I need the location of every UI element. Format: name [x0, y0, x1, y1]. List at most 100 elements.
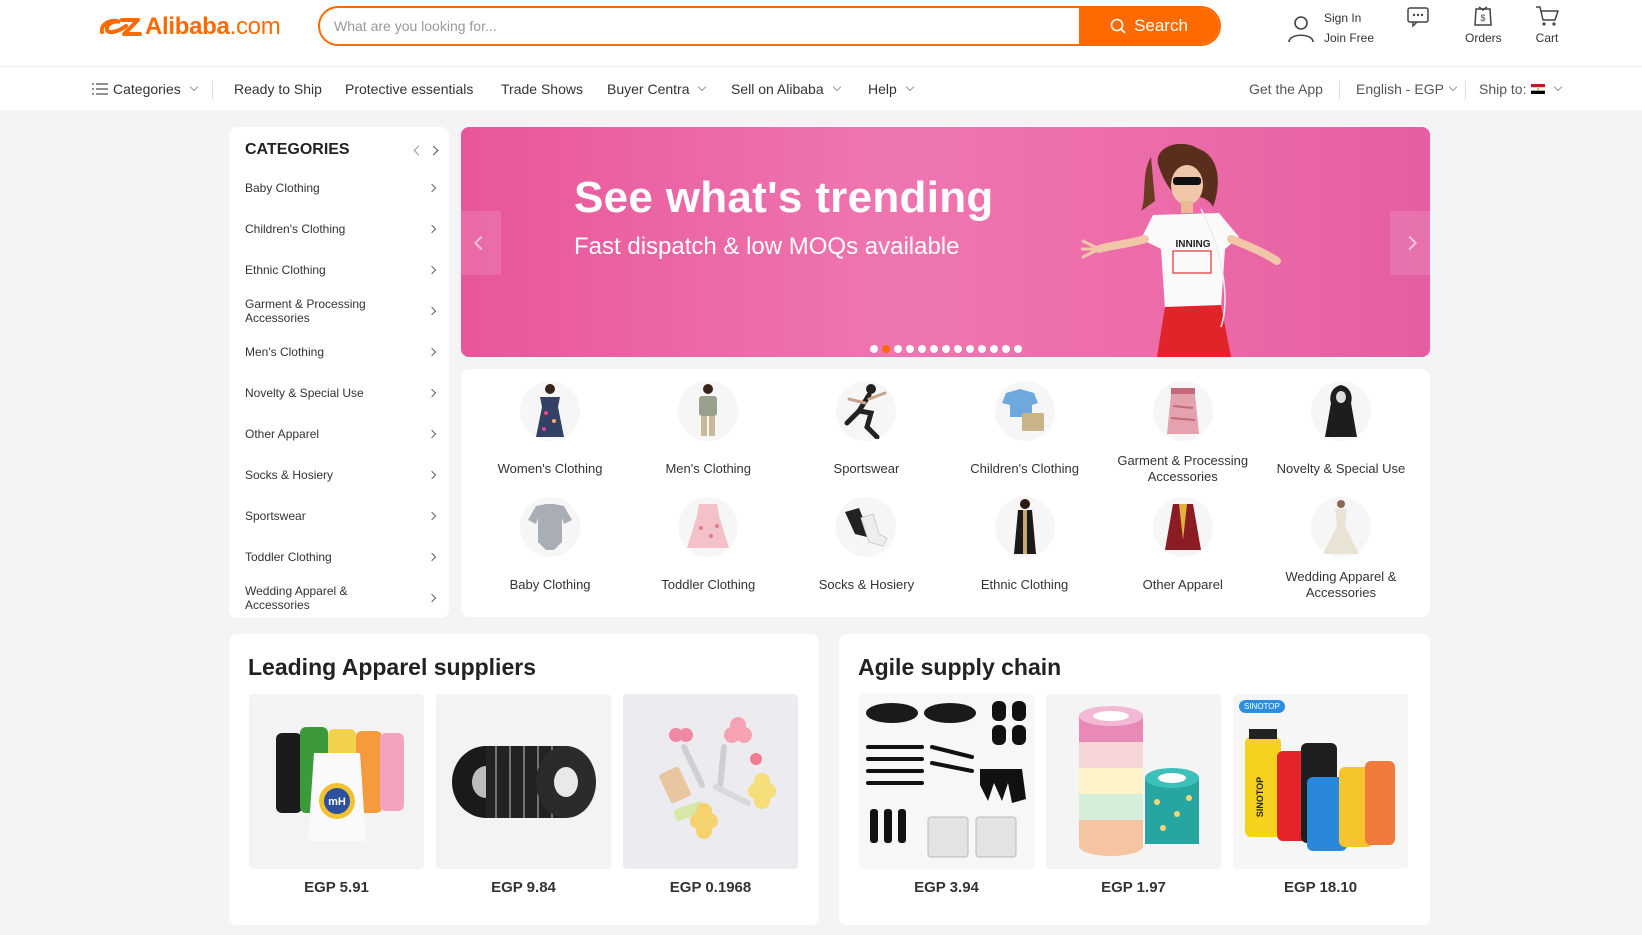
- category-mens-clothing[interactable]: Men's Clothing: [629, 377, 787, 493]
- card-title[interactable]: Agile supply chain: [858, 654, 1061, 681]
- search-button[interactable]: Search: [1079, 8, 1219, 44]
- search-input[interactable]: [320, 8, 1079, 44]
- sidebar-item-other-apparel[interactable]: Other Apparel: [245, 413, 437, 454]
- category-label: Other Apparel: [1142, 577, 1223, 592]
- nav-ship-to-label: Ship to:: [1479, 81, 1527, 97]
- banner-dot[interactable]: [990, 345, 998, 353]
- sidebar-item-baby-clothing[interactable]: Baby Clothing: [245, 167, 437, 208]
- banner-dot[interactable]: [918, 345, 926, 353]
- category-label: Men's Clothing: [665, 461, 752, 476]
- chevron-right-icon: [427, 593, 437, 602]
- search-button-label: Search: [1134, 16, 1188, 35]
- banner-pagination: [870, 345, 1022, 353]
- category-baby-clothing[interactable]: Baby Clothing: [471, 493, 629, 609]
- category-toddler-clothing[interactable]: Toddler Clothing: [629, 493, 787, 609]
- category-label: Novelty & Special Use: [1276, 461, 1406, 476]
- sidebar-item-label: Wedding Apparel & Accessories: [245, 583, 348, 612]
- nav-help-label: Help: [868, 81, 897, 97]
- banner-dot[interactable]: [930, 345, 938, 353]
- svg-text:mH: mH: [328, 796, 346, 808]
- category-sportswear[interactable]: Sportswear: [787, 377, 945, 493]
- nav-help[interactable]: Help: [868, 67, 915, 111]
- nav-divider: [1465, 81, 1466, 99]
- chevron-down-icon: [905, 82, 915, 92]
- product-card[interactable]: EGP 0.1968: [623, 694, 798, 896]
- sign-in-link[interactable]: Sign In: [1324, 8, 1374, 28]
- sidebar-item-mens-clothing[interactable]: Men's Clothing: [245, 331, 437, 372]
- banner-dot[interactable]: [894, 345, 902, 353]
- nav-ship-to[interactable]: Ship to:: [1479, 67, 1563, 111]
- nav-protective[interactable]: Protective essentials: [345, 67, 473, 111]
- nav-get-app[interactable]: Get the App: [1249, 67, 1323, 111]
- banner-dot[interactable]: [906, 345, 914, 353]
- account-area[interactable]: Sign In Join Free: [1286, 8, 1374, 48]
- card-title[interactable]: Leading Apparel suppliers: [248, 654, 536, 681]
- banner-dot[interactable]: [1014, 345, 1022, 353]
- product-card[interactable]: SINOTOP SINOTOP EGP 18.10: [1233, 694, 1408, 896]
- banner-dot[interactable]: [1002, 345, 1010, 353]
- category-ethnic-clothing[interactable]: Ethnic Clothing: [946, 493, 1104, 609]
- category-childrens-clothing[interactable]: Children's Clothing: [946, 377, 1104, 493]
- nav-sell[interactable]: Sell on Alibaba: [731, 67, 841, 111]
- egypt-flag-icon: [1531, 84, 1546, 94]
- sidebar-item-label: Children's Clothing: [245, 221, 346, 236]
- cart-button[interactable]: Cart: [1534, 4, 1560, 45]
- chevron-down-icon: [1554, 82, 1563, 92]
- banner-dot[interactable]: [966, 345, 974, 353]
- chevron-right-icon[interactable]: [428, 145, 439, 155]
- banner-dot[interactable]: [870, 345, 878, 353]
- nav-categories[interactable]: Categories: [92, 67, 198, 111]
- join-free-link[interactable]: Join Free: [1324, 28, 1374, 48]
- banner-dot[interactable]: [978, 345, 986, 353]
- sidebar-item-label: Sportswear: [245, 508, 306, 523]
- chevron-down-icon: [698, 82, 707, 92]
- sidebar-item-socks[interactable]: Socks & Hosiery: [245, 454, 437, 495]
- product-price: EGP 3.94: [914, 879, 979, 896]
- chevron-right-icon: [427, 511, 437, 520]
- category-wedding-apparel[interactable]: Wedding Apparel & Accessories: [1262, 493, 1420, 609]
- sidebar-item-novelty[interactable]: Novelty & Special Use: [245, 372, 437, 413]
- category-novelty[interactable]: Novelty & Special Use: [1262, 377, 1420, 493]
- product-card[interactable]: EGP 3.94: [859, 694, 1034, 896]
- banner-dot[interactable]: [882, 345, 890, 353]
- nav-ready-to-ship-label: Ready to Ship: [234, 81, 322, 97]
- sidebar-item-label: Toddler Clothing: [245, 549, 332, 564]
- category-garment-accessories[interactable]: Garment & Processing Accessories: [1104, 377, 1262, 493]
- nav-protective-label: Protective essentials: [345, 81, 474, 97]
- sidebar-title: CATEGORIES: [245, 141, 350, 158]
- sidebar-item-label: Men's Clothing: [245, 344, 324, 359]
- sidebar-item-garment-accessories[interactable]: Garment & Processing Accessories: [245, 290, 437, 331]
- sidebar-item-ethnic-clothing[interactable]: Ethnic Clothing: [245, 249, 437, 290]
- nav-ready-to-ship[interactable]: Ready to Ship: [234, 67, 322, 111]
- chevron-left-icon[interactable]: [413, 145, 424, 155]
- product-card[interactable]: EGP 1.97: [1046, 694, 1221, 896]
- chevron-right-icon: [427, 224, 437, 233]
- product-card[interactable]: EGP 9.84: [436, 694, 611, 896]
- category-other-apparel[interactable]: Other Apparel: [1104, 493, 1262, 609]
- banner-next-button[interactable]: [1390, 211, 1430, 275]
- nav-categories-label: Categories: [113, 81, 181, 97]
- category-womens-clothing[interactable]: Women's Clothing: [471, 377, 629, 493]
- orders-button[interactable]: $ Orders: [1465, 4, 1502, 45]
- category-socks[interactable]: Socks & Hosiery: [787, 493, 945, 609]
- alibaba-logo[interactable]: Alibaba.com: [98, 12, 281, 42]
- sidebar-item-sportswear[interactable]: Sportswear: [245, 495, 437, 536]
- sidebar-item-childrens-clothing[interactable]: Children's Clothing: [245, 208, 437, 249]
- cart-label: Cart: [1535, 31, 1559, 45]
- banner-prev-button[interactable]: [461, 211, 501, 275]
- nav-trade-shows[interactable]: Trade Shows: [501, 67, 583, 111]
- sidebar-item-wedding-apparel[interactable]: Wedding Apparel & Accessories: [245, 577, 437, 618]
- banner-dot[interactable]: [942, 345, 950, 353]
- menu-icon: [92, 83, 108, 95]
- chevron-right-icon: [427, 183, 437, 192]
- novelty-costume-thumbnail: [1310, 381, 1371, 441]
- childrens-set-thumbnail: [994, 381, 1055, 441]
- hero-banner[interactable]: See what's trending Fast dispatch & low …: [461, 127, 1430, 357]
- product-card[interactable]: mH EGP 5.91: [249, 694, 424, 896]
- nav-language[interactable]: English - EGP: [1356, 67, 1458, 111]
- messages-button[interactable]: [1406, 6, 1430, 31]
- sidebar-item-toddler-clothing[interactable]: Toddler Clothing: [245, 536, 437, 577]
- nav-buyer-central[interactable]: Buyer Centra: [607, 67, 707, 111]
- chevron-right-icon: [427, 429, 437, 438]
- banner-dot[interactable]: [954, 345, 962, 353]
